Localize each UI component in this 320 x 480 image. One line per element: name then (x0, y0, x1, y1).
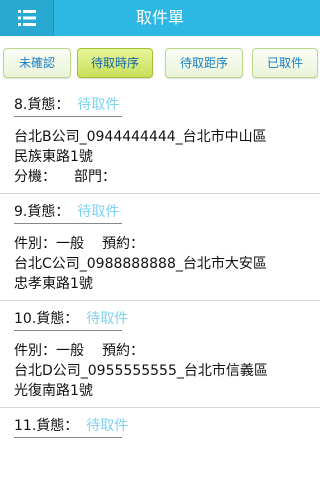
meta-row: 件別：一般 預約： (14, 341, 310, 361)
extension-label: 分機： (14, 169, 56, 185)
tab-pending-by-time[interactable]: 待取時序 (77, 48, 153, 78)
type-label: 件別：一般 (14, 343, 84, 359)
status-badge: 待取件 (77, 204, 120, 220)
list-menu-icon (18, 10, 36, 26)
order-list: 8.貨態： 待取件 台北B公司_0944444444_台北市中山區 民族東路1號 … (0, 88, 320, 480)
address-line-2: 忠孝東路1號 (14, 276, 93, 292)
status-badge: 待取件 (86, 311, 129, 327)
list-item[interactable]: 11.貨態： 待取件 (0, 407, 320, 444)
page-title: 取件單 (135, 8, 184, 27)
order-number-label: 10.貨態： (14, 311, 79, 327)
tab-pending-by-distance[interactable]: 待取距序 (165, 48, 243, 78)
status-row: 11.貨態： 待取件 (14, 415, 128, 438)
status-badge: 待取件 (86, 418, 129, 434)
status-row: 9.貨態： 待取件 (14, 201, 122, 224)
meta-row: 分機： 部門： (14, 167, 310, 187)
order-number-label: 8.貨態： (14, 97, 70, 113)
list-item[interactable]: 9.貨態： 待取件 件別：一般 預約： 台北C公司_0988888888_台北市大安… (0, 193, 320, 300)
app-header: 取件單 (0, 0, 320, 36)
appointment-label: 預約： (102, 236, 144, 252)
status-row: 10.貨態： 待取件 (14, 308, 128, 331)
status-badge: 待取件 (77, 97, 120, 113)
address-line-1: 台北B公司_0944444444_台北市中山區 (14, 129, 267, 145)
meta-row: 件別：一般 預約： (14, 234, 310, 254)
status-row: 8.貨態： 待取件 (14, 94, 122, 117)
address-line-1: 台北C公司_0988888888_台北市大安區 (14, 256, 267, 272)
order-number-label: 9.貨態： (14, 204, 70, 220)
department-label: 部門： (74, 169, 116, 185)
list-item[interactable]: 8.貨態： 待取件 台北B公司_0944444444_台北市中山區 民族東路1號 … (0, 88, 320, 193)
menu-button[interactable] (0, 0, 54, 36)
address-line-2: 民族東路1號 (14, 149, 93, 165)
address-line-2: 光復南路1號 (14, 383, 93, 399)
appointment-label: 預約： (102, 343, 144, 359)
tab-bar: 未確認 待取時序 待取距序 已取件 (0, 36, 320, 88)
address-line-1: 台北D公司_0955555555_台北市信義區 (14, 363, 268, 379)
tab-picked-up[interactable]: 已取件 (252, 48, 318, 78)
tab-unconfirmed[interactable]: 未確認 (3, 48, 71, 78)
order-number-label: 11.貨態： (14, 418, 79, 434)
type-label: 件別：一般 (14, 236, 84, 252)
list-item[interactable]: 10.貨態： 待取件 件別：一般 預約： 台北D公司_0955555555_台北市信… (0, 300, 320, 407)
